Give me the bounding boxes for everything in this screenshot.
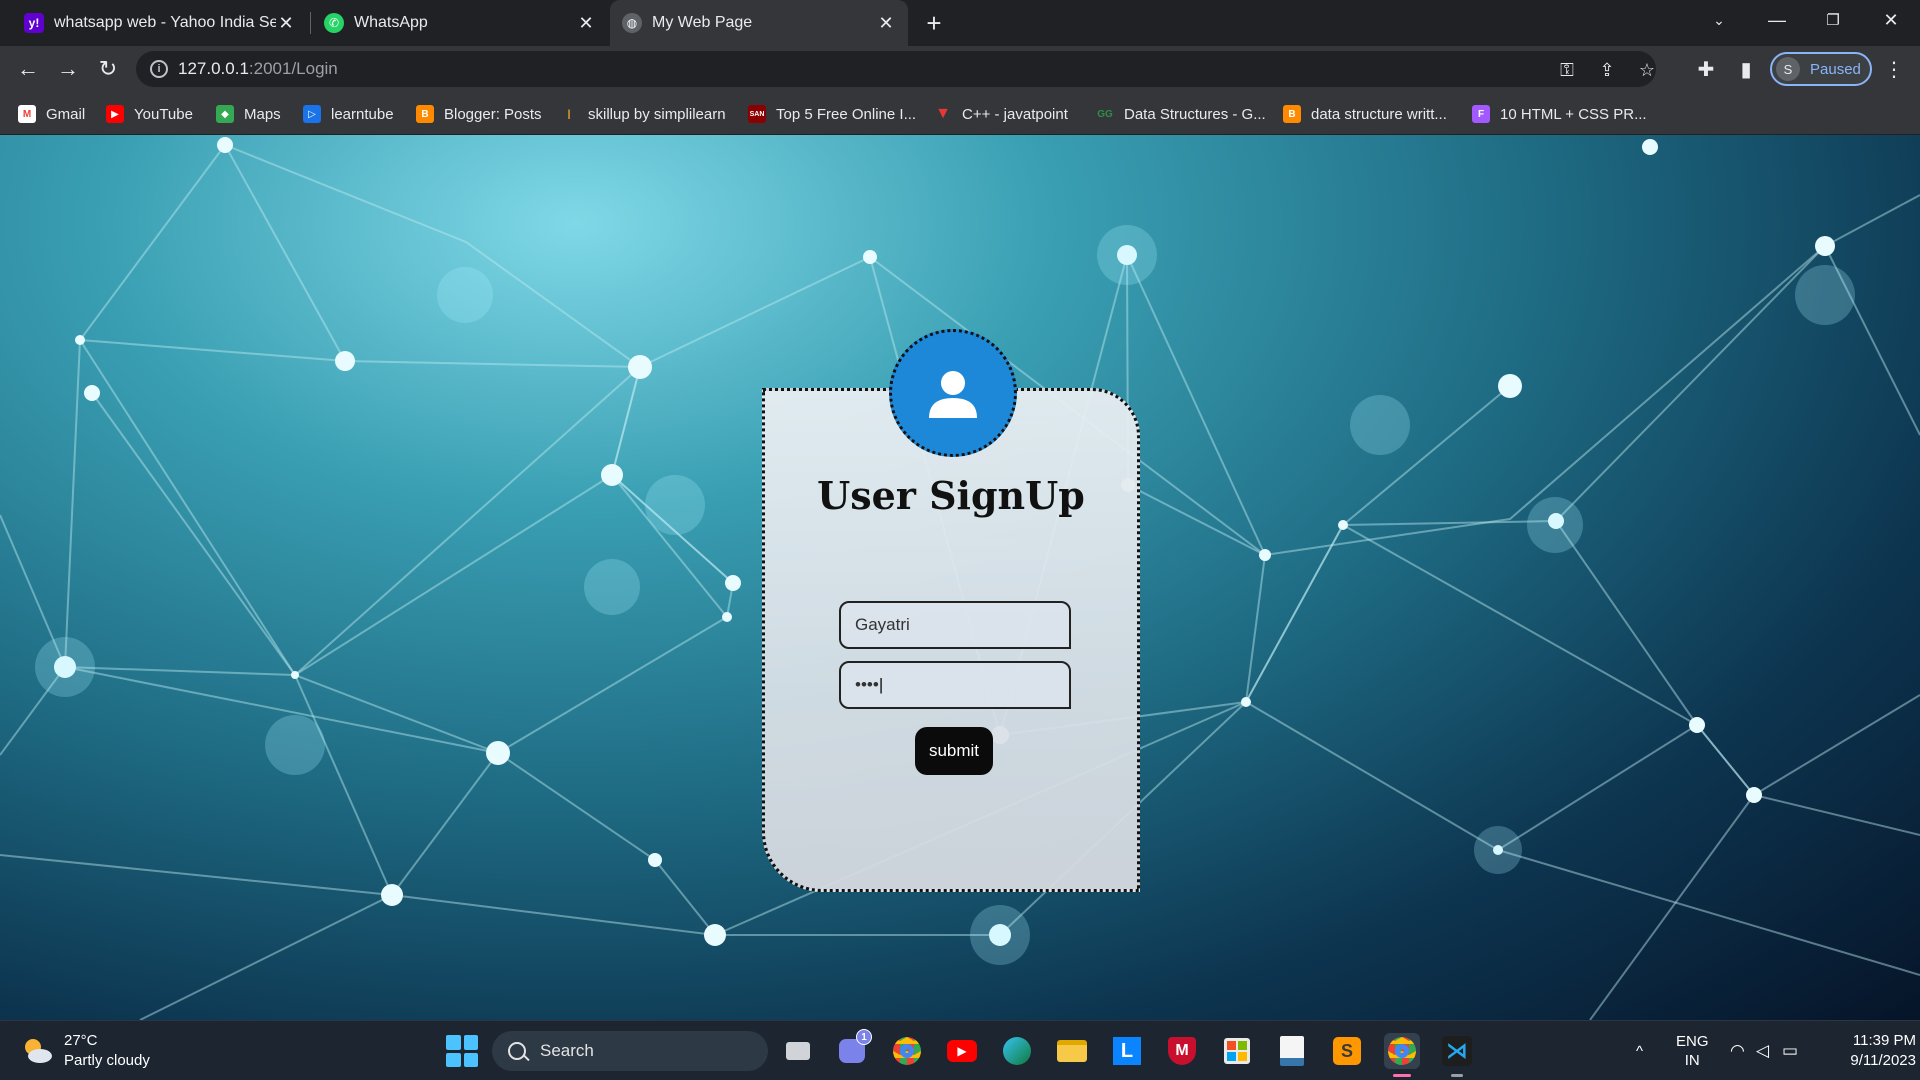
- user-avatar-icon: [889, 329, 1017, 457]
- tab-yahoo[interactable]: y! whatsapp web - Yahoo India Sear ✕: [12, 0, 308, 46]
- bookmark-data-structure[interactable]: Bdata structure writt...: [1283, 102, 1447, 126]
- search-label: Search: [540, 1041, 594, 1060]
- bookmark-html-css[interactable]: F 10 HTML + CSS PR...: [1472, 102, 1647, 126]
- gmail-icon: M: [18, 105, 36, 123]
- figma-icon: F: [1472, 105, 1490, 123]
- key-icon[interactable]: ⚿: [1556, 59, 1578, 81]
- microsoft-store-icon[interactable]: [1219, 1033, 1255, 1069]
- skillup-icon: |: [560, 105, 578, 123]
- blogger-icon: B: [416, 105, 434, 123]
- form-title: User SignUp: [817, 473, 1085, 518]
- username-input[interactable]: Gayatri: [839, 601, 1071, 649]
- lenovo-vantage-icon[interactable]: L: [1109, 1033, 1145, 1069]
- weather-widget[interactable]: 27°C Partly cloudy: [20, 1031, 150, 1071]
- volume-icon[interactable]: ◁: [1756, 1021, 1769, 1080]
- star-icon[interactable]: ☆: [1636, 59, 1658, 81]
- submit-button[interactable]: submit: [915, 727, 993, 775]
- search-icon: [508, 1042, 526, 1060]
- address-bar[interactable]: i 127.0.0.1:2001/Login ⚿ ⇪ ☆: [136, 51, 1656, 87]
- bookmarks-bar: M Gmail ▶ YouTube ◆ Maps ▷ learntube B Blogge…: [0, 92, 1920, 135]
- user-icon: [929, 371, 977, 418]
- close-icon[interactable]: ✕: [876, 13, 896, 33]
- tab-title: WhatsApp: [354, 14, 428, 31]
- bookmark-blogger[interactable]: B Blogger: Posts: [416, 102, 542, 126]
- side-panel-icon[interactable]: ▮: [1734, 57, 1758, 81]
- bookmark-gfg[interactable]: GG Data Structures - G...: [1096, 102, 1266, 126]
- profile-button[interactable]: S Paused: [1770, 52, 1872, 86]
- file-explorer-icon[interactable]: [1054, 1033, 1090, 1069]
- learntube-icon: ▷: [303, 105, 321, 123]
- gfg-icon: GG: [1096, 105, 1114, 123]
- sublime-text-icon[interactable]: S: [1329, 1033, 1365, 1069]
- close-window-button[interactable]: ✕: [1866, 0, 1916, 40]
- youtube-icon: ▶: [106, 105, 124, 123]
- tab-title: whatsapp web - Yahoo India Sear: [54, 14, 276, 31]
- taskbar-search[interactable]: Search: [492, 1031, 768, 1071]
- bookmark-javatpoint[interactable]: ▼ C++ - javatpoint: [934, 102, 1068, 126]
- bookmark-gmail[interactable]: M Gmail: [18, 102, 85, 126]
- notification-badge: 1: [856, 1029, 872, 1045]
- weather-desc: Partly cloudy: [64, 1052, 150, 1069]
- start-button[interactable]: [446, 1035, 478, 1067]
- edge-icon[interactable]: [999, 1033, 1035, 1069]
- taskbar: 27°C Partly cloudy Search 1 ▶ L M S ⋊ ^ …: [0, 1020, 1920, 1080]
- javatpoint-icon: ▼: [934, 105, 952, 123]
- browser-toolbar: ← → ↻ i 127.0.0.1:2001/Login ⚿ ⇪ ☆ ✚ ▮ S…: [0, 46, 1920, 92]
- signup-card: User SignUp Gayatri ••••| submit: [762, 329, 1140, 892]
- menu-icon[interactable]: ⋮: [1882, 57, 1906, 81]
- tab-whatsapp[interactable]: ✆ WhatsApp ✕: [312, 0, 608, 46]
- mcafee-icon[interactable]: M: [1164, 1033, 1200, 1069]
- python-file-icon[interactable]: [1274, 1033, 1310, 1069]
- page-viewport: User SignUp Gayatri ••••| submit: [0, 135, 1920, 1020]
- restore-button[interactable]: ❐: [1808, 0, 1858, 40]
- youtube-icon[interactable]: ▶: [944, 1033, 980, 1069]
- wifi-icon[interactable]: ◠: [1730, 1021, 1745, 1080]
- globe-icon: ◍: [622, 13, 642, 33]
- vscode-icon[interactable]: ⋊: [1439, 1033, 1475, 1077]
- language-indicator[interactable]: ENG IN: [1676, 1021, 1709, 1080]
- yahoo-icon: y!: [24, 13, 44, 33]
- avatar: S: [1776, 57, 1800, 81]
- bookmark-youtube[interactable]: ▶ YouTube: [106, 102, 193, 126]
- bookmark-top5[interactable]: SAN Top 5 Free Online I...: [748, 102, 916, 126]
- task-view-icon[interactable]: [780, 1033, 816, 1069]
- extensions-icon[interactable]: ✚: [1694, 57, 1718, 81]
- teams-chat-icon[interactable]: 1: [834, 1029, 872, 1069]
- bookmark-maps[interactable]: ◆ Maps: [216, 102, 281, 126]
- tab-separator: [310, 12, 311, 34]
- san-icon: SAN: [748, 105, 766, 123]
- profile-status: Paused: [1810, 60, 1861, 78]
- battery-icon[interactable]: ▭: [1782, 1021, 1798, 1080]
- password-input[interactable]: ••••|: [839, 661, 1071, 709]
- bookmark-skillup[interactable]: | skillup by simplilearn: [560, 102, 726, 126]
- weather-temp: 27°C: [64, 1032, 98, 1049]
- close-icon[interactable]: ✕: [576, 13, 596, 33]
- share-icon[interactable]: ⇪: [1596, 59, 1618, 81]
- partly-cloudy-icon: [20, 1034, 54, 1068]
- forward-button[interactable]: →: [52, 53, 84, 85]
- bookmark-learntube[interactable]: ▷ learntube: [303, 102, 394, 126]
- show-hidden-icons-icon[interactable]: ^: [1636, 1021, 1643, 1080]
- close-icon[interactable]: ✕: [276, 13, 296, 33]
- tab-search-icon[interactable]: ⌄: [1694, 0, 1744, 40]
- clock[interactable]: 11:39 PM 9/11/2023: [1820, 1031, 1916, 1071]
- tab-my-web-page[interactable]: ◍ My Web Page ✕: [610, 0, 908, 46]
- blogger-icon: B: [1283, 105, 1301, 123]
- new-tab-button[interactable]: +: [918, 7, 950, 39]
- tab-strip: y! whatsapp web - Yahoo India Sear ✕ ✆ W…: [0, 0, 1920, 46]
- reload-button[interactable]: ↻: [92, 53, 124, 85]
- minimize-button[interactable]: —: [1752, 0, 1802, 40]
- chrome-icon[interactable]: [889, 1033, 925, 1069]
- whatsapp-icon: ✆: [324, 13, 344, 33]
- back-button[interactable]: ←: [12, 53, 44, 85]
- url-text: 127.0.0.1:2001/Login: [178, 59, 338, 78]
- info-icon[interactable]: i: [150, 60, 168, 78]
- tab-title: My Web Page: [652, 14, 753, 31]
- maps-icon: ◆: [216, 105, 234, 123]
- chrome-profile-icon[interactable]: [1384, 1033, 1420, 1077]
